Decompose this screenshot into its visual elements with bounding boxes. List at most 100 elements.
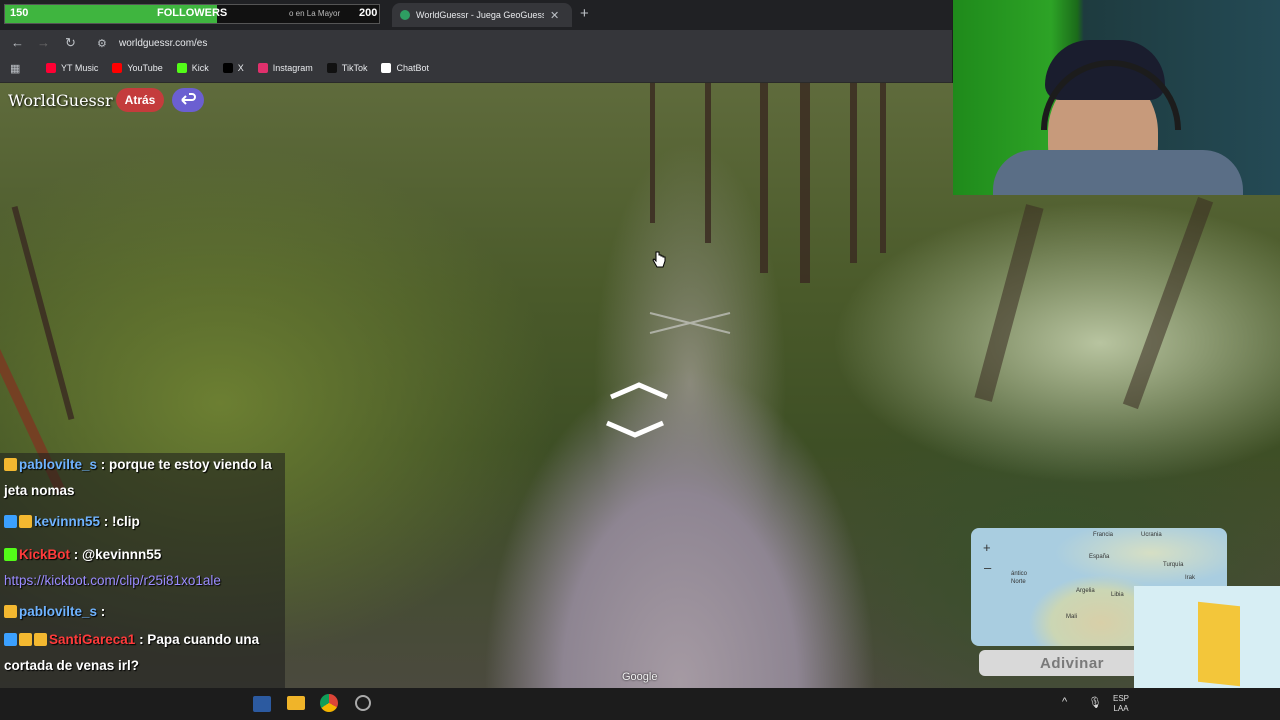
chat-username[interactable]: KickBot — [19, 547, 70, 562]
tree-trunk — [880, 83, 886, 253]
followers-goal: 200 — [359, 7, 378, 19]
bookmarks-list: YT Music YouTube Kick X Instagram TikTok ChatB… — [46, 63, 443, 73]
chat-badge-icon — [4, 633, 17, 646]
bookmark-label: YouTube — [127, 63, 163, 73]
map-label: Ucrania — [1141, 532, 1162, 538]
chrome-icon[interactable] — [320, 694, 338, 712]
language-top: ESP — [1113, 694, 1130, 703]
chat-badge-icon — [4, 548, 17, 561]
tree-trunk — [850, 83, 857, 263]
street-view-nav-arrows[interactable] — [605, 381, 675, 441]
bookmark-icon — [381, 63, 392, 73]
address-bar[interactable]: worldguessr.com/es — [119, 38, 207, 49]
map-label: Turquía — [1163, 562, 1184, 568]
tree-trunk — [760, 83, 768, 273]
followers-label: FOLLOWERS — [157, 7, 228, 19]
bookmark-youtube[interactable]: YouTube — [112, 63, 163, 73]
map-label: España — [1089, 554, 1110, 560]
map-label: Mali — [1066, 614, 1078, 620]
back-arrow-icon[interactable]: ← — [11, 35, 24, 50]
forward-arrow-icon[interactable] — [610, 382, 668, 400]
tree-trunk — [1122, 196, 1214, 410]
folder-icon[interactable] — [287, 696, 305, 710]
bookmark-yt-music[interactable]: YT Music — [46, 63, 98, 73]
streamer-shirt — [993, 150, 1243, 195]
chat-link[interactable]: https://kickbot.com/clip/r25i81xo1ale — [4, 573, 221, 588]
tree-trunk — [800, 83, 810, 283]
apps-grid-icon[interactable]: ▦ — [10, 62, 20, 75]
tree-trunk — [650, 83, 655, 223]
bookmark-icon — [46, 63, 56, 73]
chat-username[interactable]: kevinnn55 — [34, 514, 100, 529]
stream-chat: pablovilte_s : porque te estoy viendo la… — [0, 452, 285, 709]
forward-arrow-icon[interactable]: → — [37, 35, 50, 50]
hand-cursor-icon — [652, 251, 666, 268]
chat-message: KickBot : @kevinnn55 https://kickbot.com/… — [4, 542, 284, 594]
chat-username[interactable]: pablovilte_s — [19, 457, 97, 472]
bookmark-kick[interactable]: Kick — [176, 63, 209, 73]
back-button[interactable]: Atrás — [116, 88, 164, 112]
tab-title: WorldGuessr - Juega GeoGuess — [416, 10, 544, 20]
reload-icon[interactable]: ↻ — [65, 35, 76, 51]
return-to-start-button[interactable] — [172, 88, 204, 112]
zoom-in-button[interactable]: + — [983, 540, 991, 555]
tree-trunk — [974, 204, 1044, 402]
worldguessr-logo: WorldGuessr — [8, 91, 113, 110]
chat-text: : — [97, 604, 106, 619]
chat-badge-icon — [4, 515, 17, 528]
chat-message: SantiGareca1 : Papa cuando una cortada d… — [4, 627, 284, 679]
bookmark-label: Instagram — [272, 63, 313, 73]
chat-message: pablovilte_s : — [4, 599, 284, 625]
bookmark-label: X — [237, 63, 244, 73]
microphone-icon[interactable]: 🎙 — [1088, 696, 1102, 709]
chevron-up-icon[interactable]: ^ — [1062, 696, 1067, 708]
chat-username[interactable]: pablovilte_s — [19, 604, 97, 619]
map-label: Francia — [1093, 532, 1114, 538]
bookmark-x[interactable]: X — [222, 63, 244, 73]
bookmark-label: TikTok — [341, 63, 368, 73]
language-indicator[interactable]: ESP LAA — [1113, 694, 1129, 714]
road-marker-icon — [649, 312, 731, 334]
new-tab-button[interactable]: + — [580, 5, 589, 22]
ticker-text: o en La Mayor — [289, 9, 341, 18]
close-tab-icon[interactable]: ✕ — [550, 9, 559, 22]
map-label: Irak — [1185, 575, 1196, 581]
bookmark-icon — [112, 63, 123, 73]
bookmark-instagram[interactable]: Instagram — [257, 63, 313, 73]
chat-message: pablovilte_s : porque te estoy viendo la… — [4, 452, 284, 504]
bookmarks-bar: ▦ YT Music YouTube Kick X Instagram TikTok Cha… — [0, 56, 952, 83]
language-bottom: LAA — [1113, 704, 1129, 713]
bookmark-label: YT Music — [61, 63, 99, 73]
app-icon[interactable] — [253, 696, 271, 712]
windows-taskbar: ^ 🎙 ESP LAA — [0, 688, 1280, 720]
bookmark-tiktok[interactable]: TikTok — [326, 63, 368, 73]
bookmark-icon — [222, 63, 233, 73]
backward-arrow-icon[interactable] — [606, 420, 664, 438]
globe-icon — [400, 10, 410, 20]
chat-username[interactable]: SantiGareca1 — [49, 632, 135, 647]
chat-badge-icon — [19, 515, 32, 528]
followers-goal-bar: 150 FOLLOWERS o en La Mayor 200 — [4, 4, 380, 24]
bookmark-icon — [257, 63, 268, 73]
google-watermark: Google — [622, 671, 658, 683]
site-info-icon[interactable]: ⚙ — [97, 37, 107, 50]
chat-badge-icon — [19, 633, 32, 646]
tab-worldguessr[interactable]: WorldGuessr - Juega GeoGuess ✕ — [392, 3, 572, 27]
bookmark-icon — [326, 63, 337, 73]
tree-trunk — [705, 83, 711, 243]
bookmark-chatbot[interactable]: ChatBot — [381, 63, 429, 73]
chat-badge-icon — [34, 633, 47, 646]
chat-text: : @kevinnn55 — [70, 547, 162, 562]
zoom-out-button[interactable]: – — [984, 560, 991, 575]
browser-toolbar: ← → ↻ ⚙ worldguessr.com/es — [0, 30, 952, 56]
bookmark-label: ChatBot — [396, 63, 429, 73]
map-label: Libia — [1111, 592, 1124, 598]
bookmark-icon — [176, 63, 187, 73]
webcam-feed — [953, 0, 1280, 195]
settings-icon[interactable] — [355, 695, 371, 711]
room-background — [1134, 586, 1280, 688]
chat-badge-icon — [4, 458, 17, 471]
chat-message: kevinnn55 : !clip — [4, 509, 284, 535]
chat-badge-icon — [4, 605, 17, 618]
bookmark-label: Kick — [191, 63, 209, 73]
